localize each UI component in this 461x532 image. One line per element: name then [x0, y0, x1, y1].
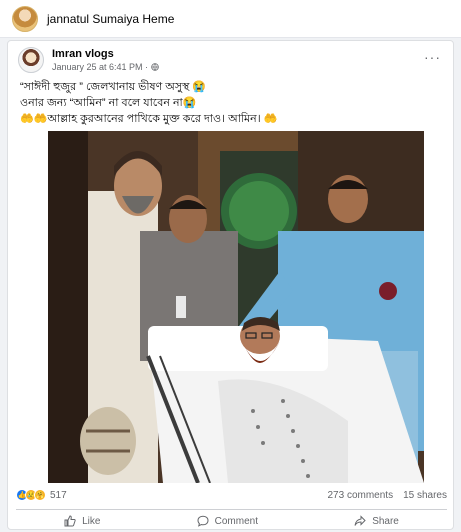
hospital-stretcher-photo-icon [48, 131, 424, 483]
care-reaction-icon[interactable]: 🤗 [34, 489, 46, 501]
post-header: Imran vlogs January 25 at 6:41 PM · [18, 47, 159, 73]
page: jannatul Sumaiya Heme Imran vlogs Januar… [0, 0, 461, 532]
author-avatar[interactable] [18, 47, 44, 73]
stats-row: 👍 😢 🤗 517 273 comments 15 shares [16, 487, 447, 503]
post-timestamp-row: January 25 at 6:41 PM · [52, 62, 159, 72]
divider [16, 509, 447, 510]
comments-count[interactable]: 273 comments [327, 490, 393, 501]
post-author[interactable]: Imran vlogs [52, 48, 159, 60]
post-text-line: ওনার জন্য “আমিন” না বলে যাবেন না😭 [20, 97, 197, 109]
post-card: Imran vlogs January 25 at 6:41 PM · ··· … [7, 40, 454, 530]
profile-avatar[interactable] [12, 5, 38, 32]
actions-row: Like Comment Share [16, 512, 447, 530]
globe-icon [151, 63, 159, 71]
post-timestamp[interactable]: January 25 at 6:41 PM · [52, 62, 148, 72]
top-bar: jannatul Sumaiya Heme [0, 0, 461, 38]
share-icon [354, 515, 366, 526]
comment-label: Comment [214, 515, 258, 527]
stats-right: 273 comments 15 shares [327, 490, 447, 501]
more-options-icon[interactable]: ··· [424, 49, 441, 65]
profile-name[interactable]: jannatul Sumaiya Heme [47, 12, 174, 26]
comment-button[interactable]: Comment [197, 515, 258, 527]
like-button[interactable]: Like [64, 515, 100, 527]
like-label: Like [82, 515, 101, 527]
reaction-count[interactable]: 517 [50, 490, 67, 501]
post-meta: Imran vlogs January 25 at 6:41 PM · [52, 48, 159, 72]
post-text-line: 🤲🤲আল্লাহ কুরআনের পাখিকে মুক্ত করে দাও। আ… [20, 113, 278, 125]
post-photo[interactable] [48, 131, 424, 483]
comment-icon [197, 515, 209, 527]
share-button[interactable]: Share [354, 515, 399, 527]
share-label: Share [372, 515, 399, 527]
thumbs-up-icon [64, 515, 76, 527]
post-text: “সাঈদী হুজুর ” জেলখানায় ভীষণ অসুস্থ 😭 ও… [20, 79, 445, 127]
post-text-line: “সাঈদী হুজুর ” জেলখানায় ভীষণ অসুস্থ 😭 [20, 81, 207, 93]
shares-count[interactable]: 15 shares [403, 490, 447, 501]
